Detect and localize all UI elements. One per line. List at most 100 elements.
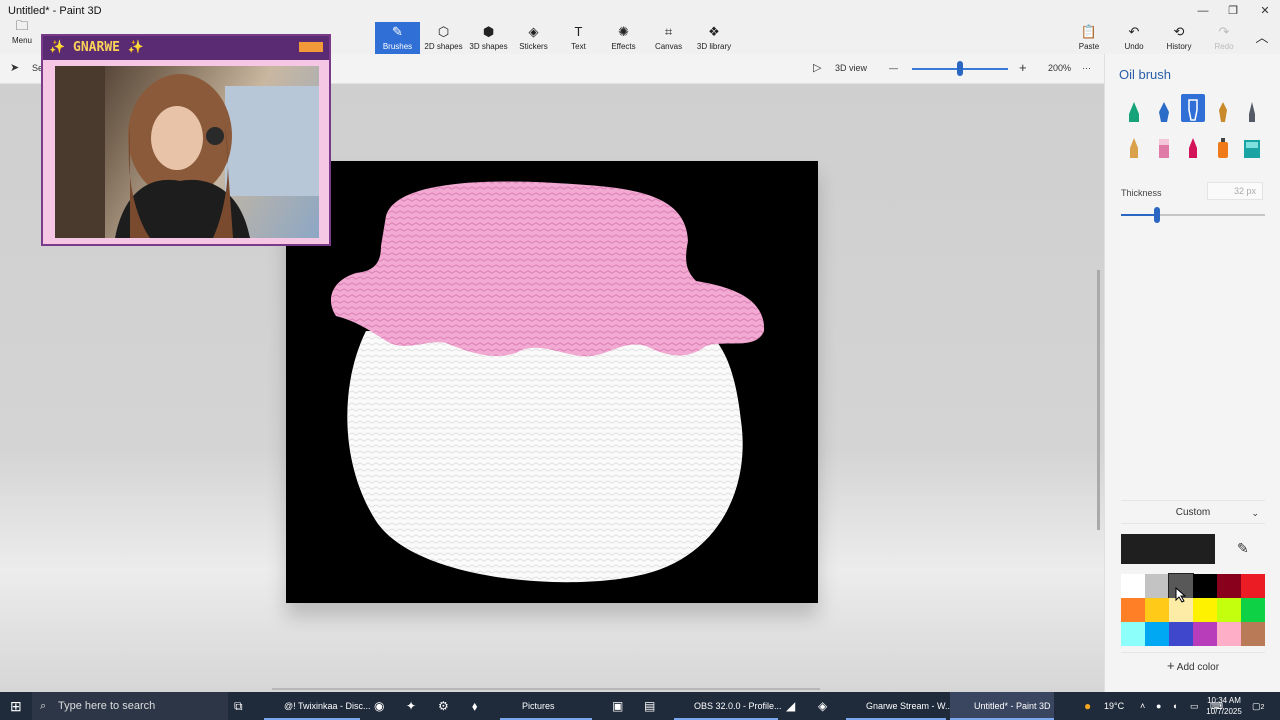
color-swatch[interactable] [1241,598,1265,622]
watercolor-brush-button[interactable] [1211,96,1235,124]
horizontal-scrollbar[interactable] [272,688,820,690]
color-swatch[interactable] [1241,574,1265,598]
chevron-up-icon[interactable]: ˄ [1140,692,1145,720]
color-swatch[interactable] [1145,574,1169,598]
taskbar-item-pictures[interactable]: Pictures [500,692,592,720]
microphone-icon[interactable]: ● [1156,692,1161,720]
taskbar-search[interactable]: ⌕ Type here to search [32,692,228,720]
notifications-icon[interactable]: ▢2 [1252,692,1264,720]
task-view-icon[interactable]: ⧉ [234,692,243,720]
app-icon[interactable]: ✦ [406,692,416,720]
canvas-icon: ⌗ [664,24,673,39]
weather-temperature[interactable]: 19°C [1104,692,1124,720]
effects-icon: ✺ [618,24,629,39]
color-swatch[interactable] [1217,598,1241,622]
title-bar: Untitled* - Paint 3D — ❐ ✕ [0,0,1280,22]
zoom-level: 200% [1048,63,1072,73]
zoom-out-button[interactable]: — [889,63,898,73]
fill-bucket-button[interactable] [1240,132,1264,160]
color-swatch[interactable] [1217,574,1241,598]
maximize-button[interactable]: ❐ [1218,2,1248,20]
streamer-figure [55,66,319,238]
start-button[interactable]: ⊞ [10,692,22,720]
spray-can-button[interactable] [1211,132,1235,160]
3d-library-icon: ❖ [708,24,720,39]
select-cursor-icon[interactable]: ➤ [10,61,19,74]
eraser-icon [1159,139,1169,158]
current-color-swatch[interactable] [1121,534,1215,564]
thickness-slider-thumb[interactable] [1154,207,1160,223]
marker-brush-button[interactable] [1122,96,1146,124]
eyedropper-icon[interactable]: ✎ [1237,540,1249,557]
tab-text[interactable]: T Text [556,22,601,54]
tab-effects[interactable]: ✺ Effects [601,22,646,54]
color-swatch[interactable] [1193,574,1217,598]
drawing-canvas[interactable] [286,161,818,603]
panel-title: Oil brush [1119,67,1172,82]
zoom-in-button[interactable]: + [1019,60,1027,75]
taskbar: ⊞ ⌕ Type here to search ⧉ @! Twixinkaa -… [0,692,1280,720]
tab-2d-shapes[interactable]: ⬡ 2D shapes [421,22,466,54]
tab-canvas[interactable]: ⌗ Canvas [646,22,691,54]
history-button[interactable]: ⟲ History [1158,22,1200,54]
app-icon[interactable]: ◢ [786,692,795,720]
steam-icon[interactable]: ⚙ [438,692,449,720]
3d-shapes-icon: ⬢ [482,24,495,39]
tab-stickers[interactable]: ◈ Stickers [511,22,556,54]
weather-icon[interactable]: ● [1084,692,1091,720]
thickness-label: Thickness [1121,188,1162,198]
color-swatch[interactable] [1217,622,1241,646]
vertical-scrollbar[interactable] [1097,270,1100,530]
thickness-input[interactable]: 32 px [1207,182,1263,200]
marker-brush-icon [1129,102,1139,122]
volume-icon[interactable]: ◖ [1172,692,1177,720]
color-mode-dropdown[interactable]: Custom ⌄ [1121,500,1265,524]
app-icon[interactable]: ⬧ [472,692,477,720]
pixel-pen-button[interactable] [1240,96,1264,124]
taskbar-item-paint-3d[interactable]: Untitled* - Paint 3D [950,692,1054,720]
app-icon[interactable]: ◈ [818,692,827,720]
chevron-up-icon: ︿ [1255,30,1269,45]
thickness-slider[interactable] [1121,207,1265,223]
oil-brush-icon [1188,99,1198,121]
taskbar-item-discord[interactable]: @! Twixinkaa - Disc... [264,692,371,720]
color-swatch[interactable] [1169,622,1193,646]
color-swatch[interactable] [1121,598,1145,622]
zoom-slider-thumb[interactable] [957,61,963,76]
menu-button[interactable]: 🗀 Menu [4,12,40,54]
pencil-button[interactable] [1122,132,1146,160]
more-options-button[interactable]: ··· [1082,63,1091,73]
undo-button[interactable]: ↶ Undo [1113,22,1155,54]
pixel-pen-icon [1249,102,1255,122]
color-swatch[interactable] [1193,598,1217,622]
3d-view-toggle[interactable]: 3D view [835,63,867,73]
taskbar-item-obs[interactable]: OBS 32.0.0 - Profile... [674,692,782,720]
app-icon[interactable]: ▣ [612,692,623,720]
chrome-icon[interactable]: ◉ [374,692,384,720]
taskbar-item-gnarwe-stream[interactable]: Gnarwe Stream - W... [846,692,953,720]
tab-3d-shapes[interactable]: ⬢ 3D shapes [466,22,511,54]
crayon-button[interactable] [1181,132,1205,160]
color-swatch[interactable] [1145,598,1169,622]
calligraphy-pen-button[interactable] [1152,96,1176,124]
add-color-button[interactable]: + Add color [1121,652,1265,678]
tab-3d-library[interactable]: ❖ 3D library [691,22,737,54]
minimize-button[interactable]: — [1188,2,1218,20]
color-swatch[interactable] [1241,622,1265,646]
pencil-icon [1130,138,1138,158]
tab-brushes[interactable]: ✎ Brushes [375,22,420,54]
paste-button[interactable]: 📋 Paste [1068,22,1110,54]
network-icon[interactable]: ▭ [1190,692,1199,720]
redo-button[interactable]: ↷ Redo [1203,22,1245,54]
eraser-button[interactable] [1152,132,1176,160]
taskbar-clock[interactable]: 10:34 AM 10/7/2025 [1202,695,1246,717]
app-icon[interactable]: ▤ [644,692,655,720]
oil-brush-button[interactable] [1181,94,1205,122]
thickness-slider-fill [1121,214,1157,216]
color-swatch[interactable] [1193,622,1217,646]
color-swatch[interactable] [1145,622,1169,646]
color-swatch[interactable] [1121,574,1145,598]
search-placeholder: Type here to search [58,700,156,712]
color-swatch[interactable] [1121,622,1145,646]
close-button[interactable]: ✕ [1250,2,1280,20]
